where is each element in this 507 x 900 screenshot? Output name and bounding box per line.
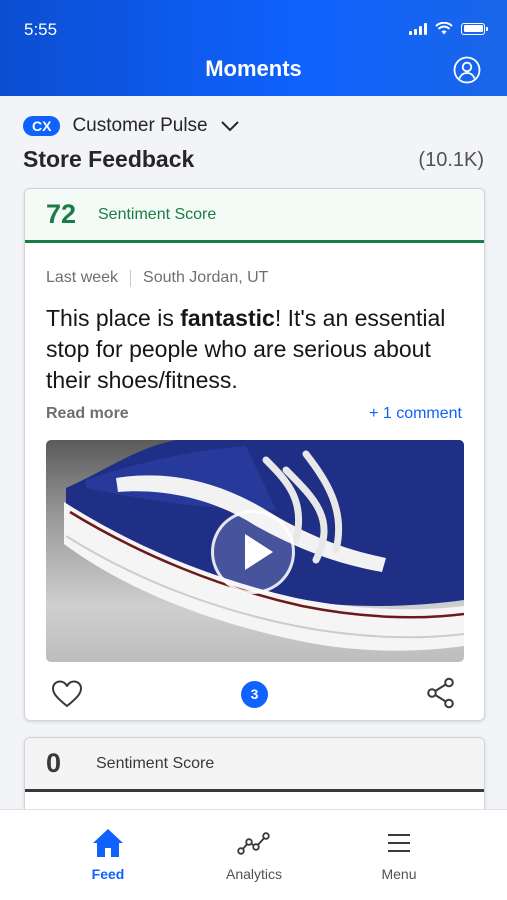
menu-icon xyxy=(388,834,410,852)
comment-link[interactable]: + 1 comment xyxy=(369,405,462,423)
battery-icon xyxy=(461,22,488,35)
signal-icon xyxy=(409,22,427,35)
count-badge[interactable]: 3 xyxy=(241,681,268,708)
nav-item-menu[interactable]: Menu xyxy=(344,810,454,900)
app-header: 5:55 Moments xyxy=(0,0,507,96)
status-icons xyxy=(409,22,488,35)
heart-icon[interactable] xyxy=(51,679,83,709)
play-icon[interactable] xyxy=(211,510,295,594)
chevron-down-icon[interactable] xyxy=(220,119,240,133)
sentiment-score-value: 0 xyxy=(46,748,62,778)
section-title: Store Feedback xyxy=(23,146,195,172)
card-meta: Last week South Jordan, UT xyxy=(46,269,268,287)
status-time: 5:55 xyxy=(24,20,58,39)
sentiment-score-bar: 72 Sentiment Score xyxy=(25,189,484,243)
meta-divider xyxy=(130,269,132,287)
location-label: South Jordan, UT xyxy=(143,269,269,286)
nav-item-analytics[interactable]: Analytics xyxy=(199,810,309,900)
review-text: This place is fantastic! It's an essenti… xyxy=(46,303,466,396)
nav-label-menu: Menu xyxy=(381,866,417,882)
user-profile-icon[interactable] xyxy=(453,56,481,84)
nav-label-feed: Feed xyxy=(91,866,125,882)
selector-label: Customer Pulse xyxy=(72,115,208,136)
section-count: (10.1K) xyxy=(418,149,484,171)
review-text-start: This place is xyxy=(46,305,181,331)
page-title: Moments xyxy=(205,56,302,81)
home-icon xyxy=(93,829,123,857)
nav-item-feed[interactable]: Feed xyxy=(53,810,163,900)
feedback-card[interactable]: 72 Sentiment Score Last week South Jorda… xyxy=(24,188,485,721)
wifi-icon xyxy=(435,22,453,35)
sentiment-score-value: 72 xyxy=(46,199,77,229)
bottom-navigation: Feed Analytics Menu xyxy=(0,809,507,900)
share-icon[interactable] xyxy=(426,677,456,709)
cx-badge: CX xyxy=(23,116,61,136)
sentiment-score-bar: 0 Sentiment Score xyxy=(25,738,484,792)
shoe-video-thumbnail[interactable] xyxy=(46,440,464,662)
read-more-link[interactable]: Read more xyxy=(46,405,129,423)
sentiment-score-label: Sentiment Score xyxy=(96,754,215,772)
card-actions: 3 xyxy=(25,677,484,713)
analytics-icon xyxy=(237,832,270,855)
review-text-emphasis: fantastic xyxy=(180,305,275,331)
sentiment-score-label: Sentiment Score xyxy=(98,205,217,223)
nav-label-analytics: Analytics xyxy=(225,866,283,882)
time-label: Last week xyxy=(46,269,119,286)
source-selector[interactable]: CX Customer Pulse xyxy=(23,115,240,137)
